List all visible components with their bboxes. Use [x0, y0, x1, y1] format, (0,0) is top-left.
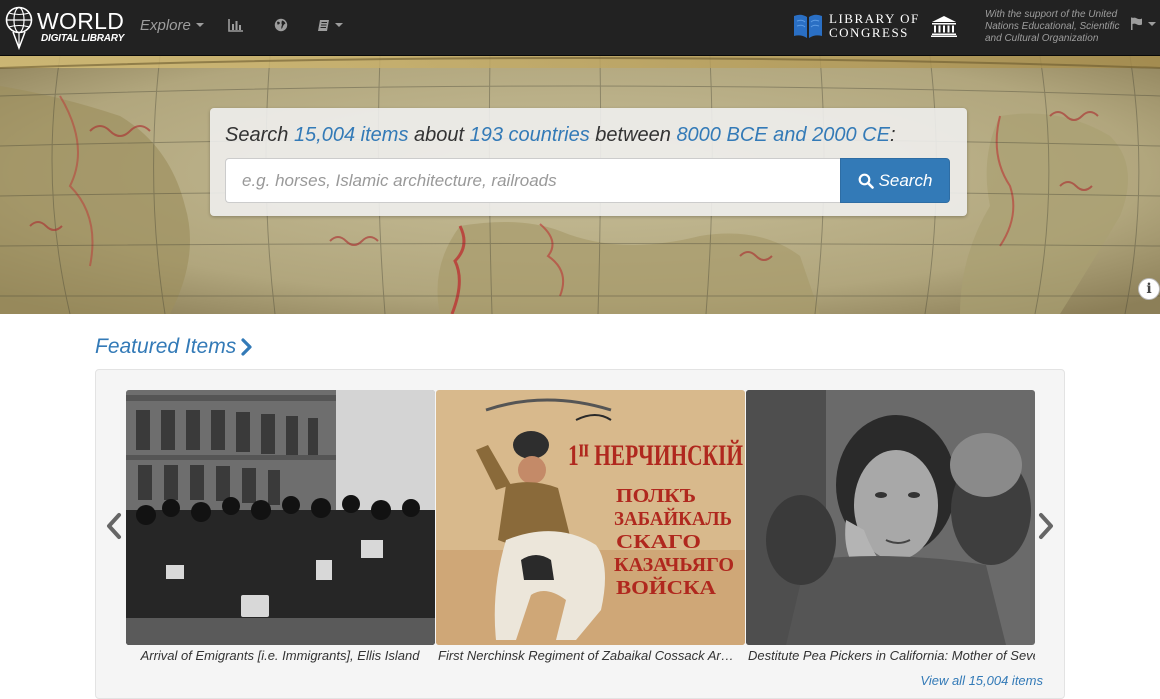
featured-item-3-caption[interactable]: Destitute Pea Pickers in California: Mot… — [748, 648, 1035, 664]
carousel-next-button[interactable] — [1038, 512, 1054, 545]
bar-chart-icon — [228, 19, 243, 32]
search-heading: Search 15,004 items about 193 countries … — [225, 122, 952, 148]
poster-line-2: ПОЛКЪ — [616, 485, 696, 507]
migrant-mother-photo — [746, 390, 1035, 645]
map-nav-button[interactable] — [274, 0, 288, 50]
top-navbar: WORLD DIGITAL LIBRARY Explore LIBRARY OF… — [0, 0, 1160, 56]
featured-items-link[interactable]: Featured Items — [95, 335, 253, 359]
open-book-icon — [794, 14, 822, 38]
chevron-right-icon — [241, 338, 252, 356]
language-menu[interactable] — [1130, 17, 1156, 30]
poster-line-5: КАЗАЧЬЯГО — [614, 554, 734, 576]
view-all-items-link[interactable]: View all 15,004 items — [880, 673, 1043, 688]
carousel-prev-button[interactable] — [106, 512, 122, 545]
poster-line-3: ЗАБАЙКАЛЬ — [614, 507, 732, 530]
statistics-nav-button[interactable] — [228, 0, 244, 50]
featured-item-2[interactable]: 1ᴵᴵ НЕРЧИНСКІЙ ПОЛКЪ ЗАБАЙКАЛЬ СКАГО КАЗ… — [436, 390, 745, 645]
search-button[interactable]: Search — [840, 158, 950, 203]
featured-item-3[interactable] — [746, 390, 1035, 645]
explore-menu[interactable]: Explore — [140, 0, 204, 50]
featured-item-1[interactable] — [126, 390, 435, 645]
date-range-link[interactable]: 8000 BCE and 2000 CE — [676, 124, 890, 146]
unesco-temple-icon — [931, 16, 957, 37]
hero-banner: Search 15,004 items about 193 countries … — [0, 56, 1160, 314]
unesco-support-text: With the support of the United Nations E… — [985, 9, 1120, 44]
search-icon — [858, 173, 874, 189]
search-heading-suffix: : — [889, 124, 896, 146]
wdl-logo-link[interactable]: WORLD DIGITAL LIBRARY — [4, 4, 124, 50]
info-icon[interactable]: i — [1138, 278, 1160, 300]
search-heading-prefix: Search — [225, 124, 294, 146]
search-button-label: Search — [878, 170, 933, 190]
items-count-link[interactable]: 15,004 items — [294, 124, 409, 146]
chevron-down-icon — [1148, 21, 1156, 26]
library-of-congress-link[interactable]: LIBRARY OF CONGRESS — [793, 12, 920, 40]
featured-item-1-caption[interactable]: Arrival of Emigrants [i.e. Immigrants], … — [129, 648, 431, 664]
brand-title: WORLD — [37, 8, 125, 34]
countries-count-link[interactable]: 193 countries — [470, 124, 590, 146]
ellis-island-photo — [126, 390, 435, 645]
featured-item-2-caption[interactable]: First Nerchinsk Regiment of Zabaikal Cos… — [438, 648, 738, 664]
search-form: Search — [225, 158, 952, 203]
chevron-right-icon — [1039, 513, 1053, 539]
books-menu[interactable] — [317, 0, 343, 50]
loc-line-1: LIBRARY OF — [829, 11, 920, 26]
chevron-left-icon — [107, 513, 121, 539]
chevron-down-icon — [195, 23, 204, 27]
poster-line-6: ВОЙСКА — [616, 576, 717, 599]
globe-icon — [274, 18, 288, 32]
loc-line-2: CONGRESS — [829, 25, 909, 40]
unesco-logo-link[interactable] — [931, 15, 957, 42]
poster-line-4: СКАГО — [616, 531, 701, 553]
globe-logo-icon — [5, 6, 33, 50]
featured-heading: Featured Items — [95, 335, 237, 358]
brand-subtitle: DIGITAL LIBRARY — [41, 33, 125, 44]
search-heading-between: between — [589, 124, 677, 146]
book-icon — [318, 19, 329, 31]
search-input[interactable] — [225, 158, 840, 203]
search-panel: Search 15,004 items about 193 countries … — [210, 108, 967, 216]
chevron-down-icon — [335, 23, 343, 27]
flag-icon — [1131, 17, 1142, 30]
cossack-poster-image: 1ᴵᴵ НЕРЧИНСКІЙ ПОЛКЪ ЗАБАЙКАЛЬ СКАГО КАЗ… — [436, 390, 745, 645]
search-heading-about: about — [408, 124, 470, 146]
poster-line-1: 1ᴵᴵ НЕРЧИНСКІЙ — [568, 439, 743, 472]
explore-label: Explore — [140, 16, 191, 34]
